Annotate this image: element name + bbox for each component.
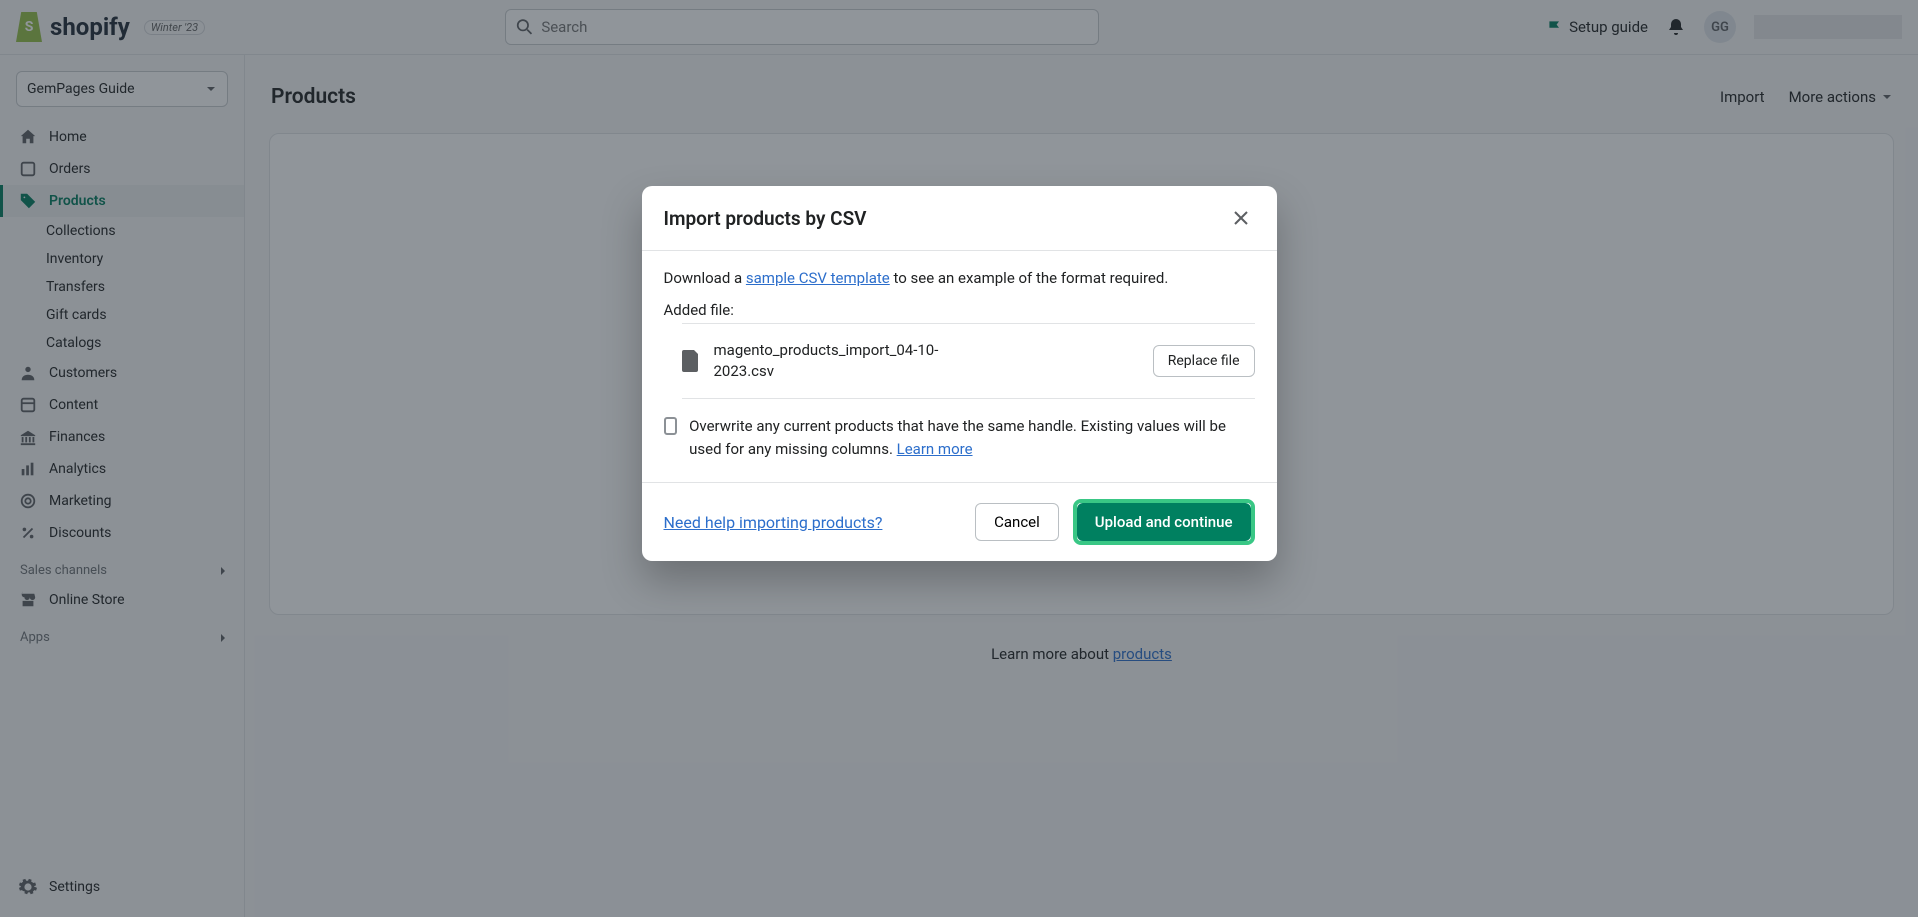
modal-body: Download a sample CSV template to see an…	[642, 251, 1277, 482]
overwrite-text: Overwrite any current products that have…	[689, 415, 1254, 460]
modal-header: Import products by CSV	[642, 186, 1277, 251]
modal-overlay: Import products by CSV Download a sample…	[0, 0, 1918, 917]
replace-file-button[interactable]: Replace file	[1153, 345, 1255, 377]
upload-button-highlight: Upload and continue	[1073, 499, 1255, 545]
dl-suffix: to see an example of the format required…	[890, 269, 1169, 287]
sample-csv-link[interactable]: sample CSV template	[746, 269, 890, 287]
learn-more-link[interactable]: Learn more	[897, 440, 973, 458]
modal-footer: Need help importing products? Cancel Upl…	[642, 482, 1277, 561]
file-icon	[682, 350, 700, 372]
modal-title: Import products by CSV	[664, 207, 867, 230]
overwrite-checkbox[interactable]	[664, 417, 678, 435]
overwrite-row: Overwrite any current products that have…	[664, 399, 1255, 476]
added-file-label: Added file:	[664, 301, 1255, 319]
dl-prefix: Download a	[664, 269, 746, 287]
file-row: magento_products_import_04-10-2023.csv R…	[682, 323, 1255, 399]
close-button[interactable]	[1227, 204, 1255, 232]
upload-continue-button[interactable]: Upload and continue	[1077, 503, 1251, 541]
import-csv-modal: Import products by CSV Download a sample…	[642, 186, 1277, 561]
cancel-button[interactable]: Cancel	[975, 503, 1059, 541]
close-icon	[1231, 208, 1251, 228]
help-importing-link[interactable]: Need help importing products?	[664, 513, 883, 532]
download-instruction: Download a sample CSV template to see an…	[664, 269, 1255, 287]
file-name: magento_products_import_04-10-2023.csv	[714, 340, 974, 382]
